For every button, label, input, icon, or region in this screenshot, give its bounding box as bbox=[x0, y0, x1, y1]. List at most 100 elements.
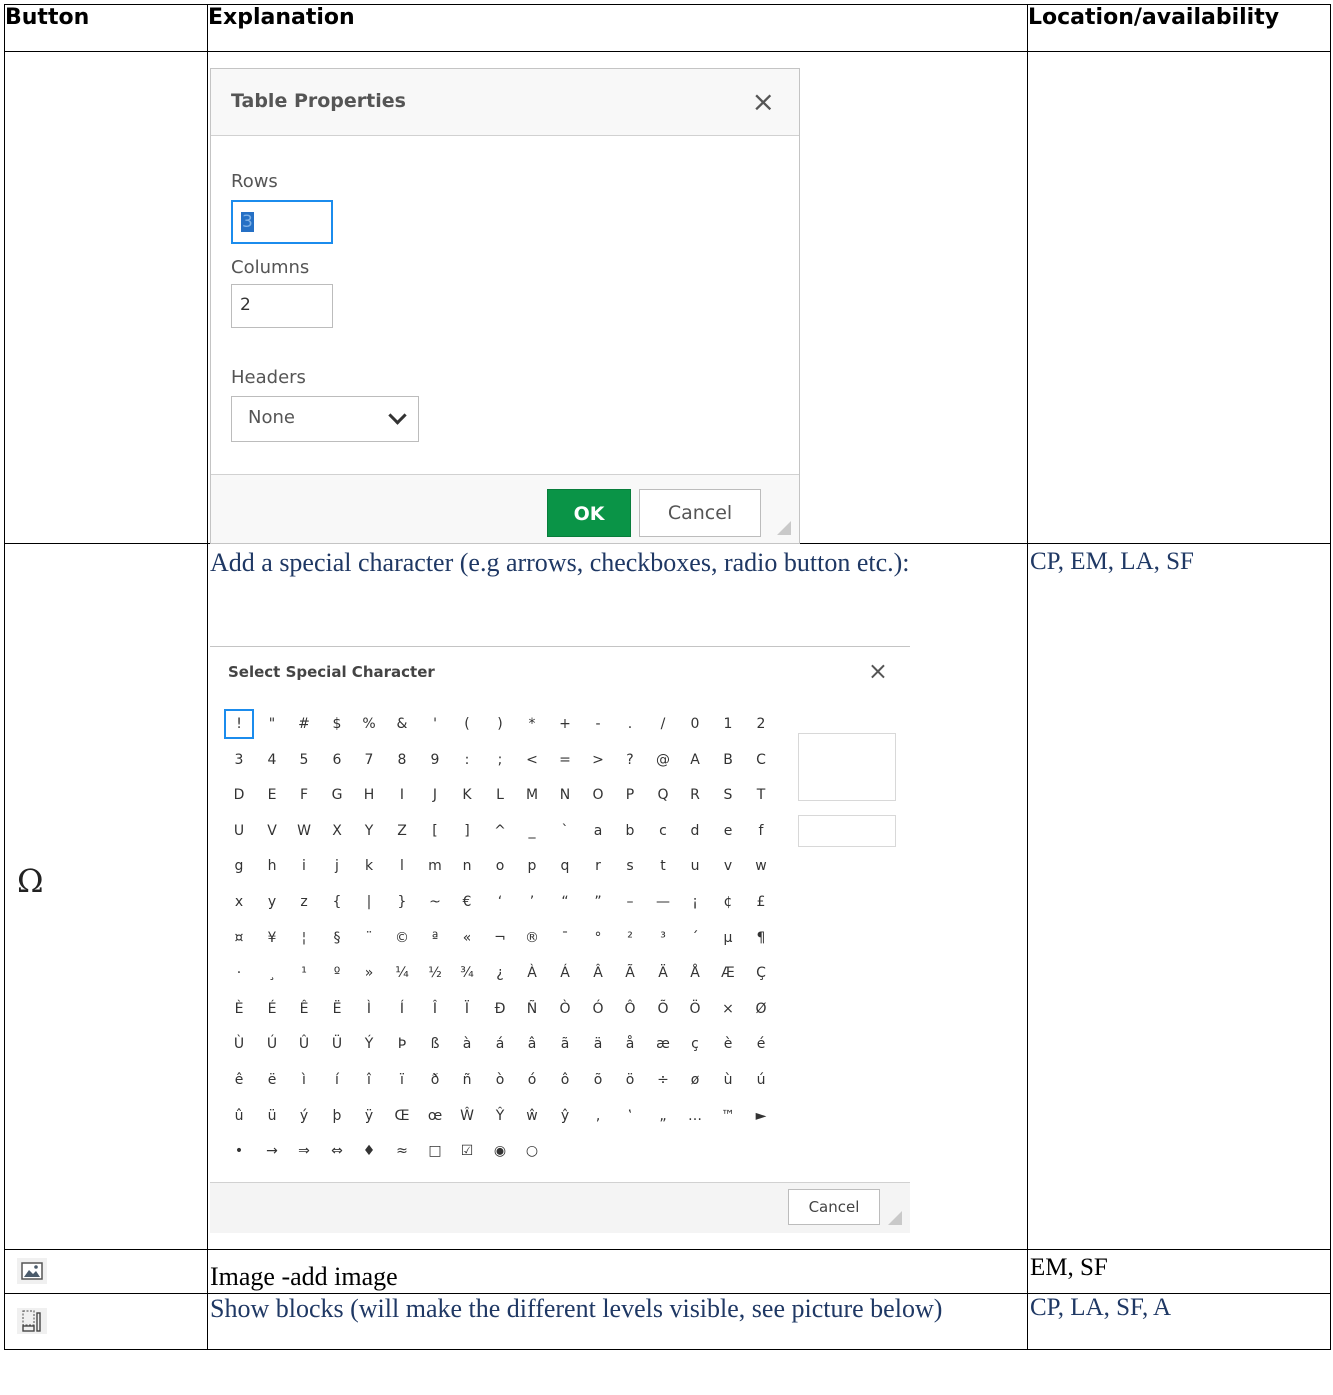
special-char-cell[interactable]: õ bbox=[583, 1065, 613, 1095]
special-char-cell[interactable]: i bbox=[289, 851, 319, 881]
special-char-cell[interactable]: 2 bbox=[746, 709, 776, 739]
special-char-cell[interactable]: À bbox=[517, 958, 547, 988]
special-char-cell[interactable]: • bbox=[224, 1136, 254, 1166]
special-char-cell[interactable]: Í bbox=[387, 994, 417, 1024]
special-char-cell[interactable]: I bbox=[387, 780, 417, 810]
special-char-cell[interactable]: ⇒ bbox=[289, 1136, 319, 1166]
special-char-cell[interactable]: ¹ bbox=[289, 958, 319, 988]
special-char-cell[interactable]: ! bbox=[224, 709, 254, 739]
special-char-cell[interactable]: g bbox=[224, 851, 254, 881]
special-char-cell[interactable]: Ë bbox=[322, 994, 352, 1024]
special-char-cell[interactable]: n bbox=[452, 851, 482, 881]
special-char-cell[interactable]: ~ bbox=[420, 887, 450, 917]
special-char-cell[interactable]: | bbox=[354, 887, 384, 917]
cancel-button[interactable]: Cancel bbox=[788, 1189, 880, 1225]
special-char-cell[interactable]: à bbox=[452, 1029, 482, 1059]
special-char-cell[interactable]: Ò bbox=[550, 994, 580, 1024]
special-char-cell[interactable]: S bbox=[713, 780, 743, 810]
special-char-cell[interactable]: Ô bbox=[615, 994, 645, 1024]
special-char-cell[interactable]: å bbox=[615, 1029, 645, 1059]
special-char-cell[interactable]: — bbox=[648, 887, 678, 917]
special-char-cell[interactable]: º bbox=[322, 958, 352, 988]
columns-field[interactable]: 2 bbox=[231, 284, 333, 328]
special-char-cell[interactable]: Ŷ bbox=[485, 1101, 515, 1131]
close-icon[interactable]: × bbox=[752, 85, 775, 118]
special-char-cell[interactable]: ™ bbox=[713, 1101, 743, 1131]
special-char-cell[interactable]: 4 bbox=[257, 745, 287, 775]
special-char-cell[interactable]: ¶ bbox=[746, 923, 776, 953]
special-char-cell[interactable]: Ü bbox=[322, 1029, 352, 1059]
special-char-cell[interactable]: q bbox=[550, 851, 580, 881]
special-char-cell[interactable]: “ bbox=[550, 887, 580, 917]
special-char-cell[interactable]: = bbox=[550, 745, 580, 775]
special-char-cell[interactable]: ³ bbox=[648, 923, 678, 953]
special-char-cell[interactable]: + bbox=[550, 709, 580, 739]
special-char-cell[interactable]: ¬ bbox=[485, 923, 515, 953]
special-char-cell[interactable]: 8 bbox=[387, 745, 417, 775]
special-char-cell[interactable]: ª bbox=[420, 923, 450, 953]
special-char-cell[interactable]: j bbox=[322, 851, 352, 881]
special-char-cell[interactable]: y bbox=[257, 887, 287, 917]
special-char-cell[interactable]: ⇔ bbox=[322, 1136, 352, 1166]
special-char-cell[interactable]: Ï bbox=[452, 994, 482, 1024]
special-char-cell[interactable]: ¼ bbox=[387, 958, 417, 988]
special-char-cell[interactable]: « bbox=[452, 923, 482, 953]
special-char-cell[interactable]: € bbox=[452, 887, 482, 917]
special-char-cell[interactable]: 5 bbox=[289, 745, 319, 775]
special-char-cell[interactable]: ð bbox=[420, 1065, 450, 1095]
special-char-cell[interactable]: x bbox=[224, 887, 254, 917]
special-char-cell[interactable]: ◉ bbox=[485, 1136, 515, 1166]
special-char-cell[interactable]: ’ bbox=[517, 887, 547, 917]
special-char-cell[interactable]: z bbox=[289, 887, 319, 917]
resize-grip-icon[interactable] bbox=[888, 1211, 902, 1225]
special-char-cell[interactable]: ¡ bbox=[680, 887, 710, 917]
special-char-cell[interactable]: Æ bbox=[713, 958, 743, 988]
cancel-button[interactable]: Cancel bbox=[639, 489, 761, 537]
special-char-cell[interactable]: 3 bbox=[224, 745, 254, 775]
special-char-cell[interactable]: ù bbox=[713, 1065, 743, 1095]
special-char-cell[interactable]: O bbox=[583, 780, 613, 810]
resize-grip-icon[interactable] bbox=[777, 521, 791, 535]
special-char-cell[interactable]: 0 bbox=[680, 709, 710, 739]
special-char-cell[interactable]: → bbox=[257, 1136, 287, 1166]
special-char-cell[interactable]: þ bbox=[322, 1101, 352, 1131]
special-char-cell[interactable]: 9 bbox=[420, 745, 450, 775]
special-char-cell[interactable]: ¾ bbox=[452, 958, 482, 988]
special-char-cell[interactable]: Ì bbox=[354, 994, 384, 1024]
special-char-cell[interactable]: h bbox=[257, 851, 287, 881]
special-char-cell[interactable]: È bbox=[224, 994, 254, 1024]
special-char-cell[interactable]: ° bbox=[583, 923, 613, 953]
special-char-cell[interactable]: µ bbox=[713, 923, 743, 953]
special-char-cell[interactable]: Þ bbox=[387, 1029, 417, 1059]
special-char-cell[interactable]: Ê bbox=[289, 994, 319, 1024]
special-char-cell[interactable]: @ bbox=[648, 745, 678, 775]
special-char-cell[interactable]: – bbox=[615, 887, 645, 917]
special-char-cell[interactable]: p bbox=[517, 851, 547, 881]
special-char-cell[interactable]: 6 bbox=[322, 745, 352, 775]
special-char-cell[interactable]: 7 bbox=[354, 745, 384, 775]
special-char-cell[interactable]: E bbox=[257, 780, 287, 810]
special-char-cell[interactable]: ï bbox=[387, 1065, 417, 1095]
special-char-cell[interactable]: W bbox=[289, 816, 319, 846]
special-char-cell[interactable]: ó bbox=[517, 1065, 547, 1095]
special-char-cell[interactable]: × bbox=[713, 994, 743, 1024]
special-char-cell[interactable]: ² bbox=[615, 923, 645, 953]
special-char-cell[interactable]: Â bbox=[583, 958, 613, 988]
special-char-cell[interactable]: Ñ bbox=[517, 994, 547, 1024]
special-char-cell[interactable]: □ bbox=[420, 1136, 450, 1166]
special-char-cell[interactable]: è bbox=[713, 1029, 743, 1059]
special-char-cell[interactable]: c bbox=[648, 816, 678, 846]
special-char-cell[interactable]: ü bbox=[257, 1101, 287, 1131]
special-char-cell[interactable]: k bbox=[354, 851, 384, 881]
special-char-cell[interactable]: : bbox=[452, 745, 482, 775]
special-char-cell[interactable]: ½ bbox=[420, 958, 450, 988]
special-char-cell[interactable]: > bbox=[583, 745, 613, 775]
special-char-cell[interactable]: © bbox=[387, 923, 417, 953]
special-char-cell[interactable]: Œ bbox=[387, 1101, 417, 1131]
special-char-cell[interactable]: ŵ bbox=[517, 1101, 547, 1131]
special-char-cell[interactable]: â bbox=[517, 1029, 547, 1059]
special-char-cell[interactable]: ¦ bbox=[289, 923, 319, 953]
special-char-cell[interactable]: N bbox=[550, 780, 580, 810]
special-char-cell[interactable]: ¸ bbox=[257, 958, 287, 988]
special-char-cell[interactable]: # bbox=[289, 709, 319, 739]
